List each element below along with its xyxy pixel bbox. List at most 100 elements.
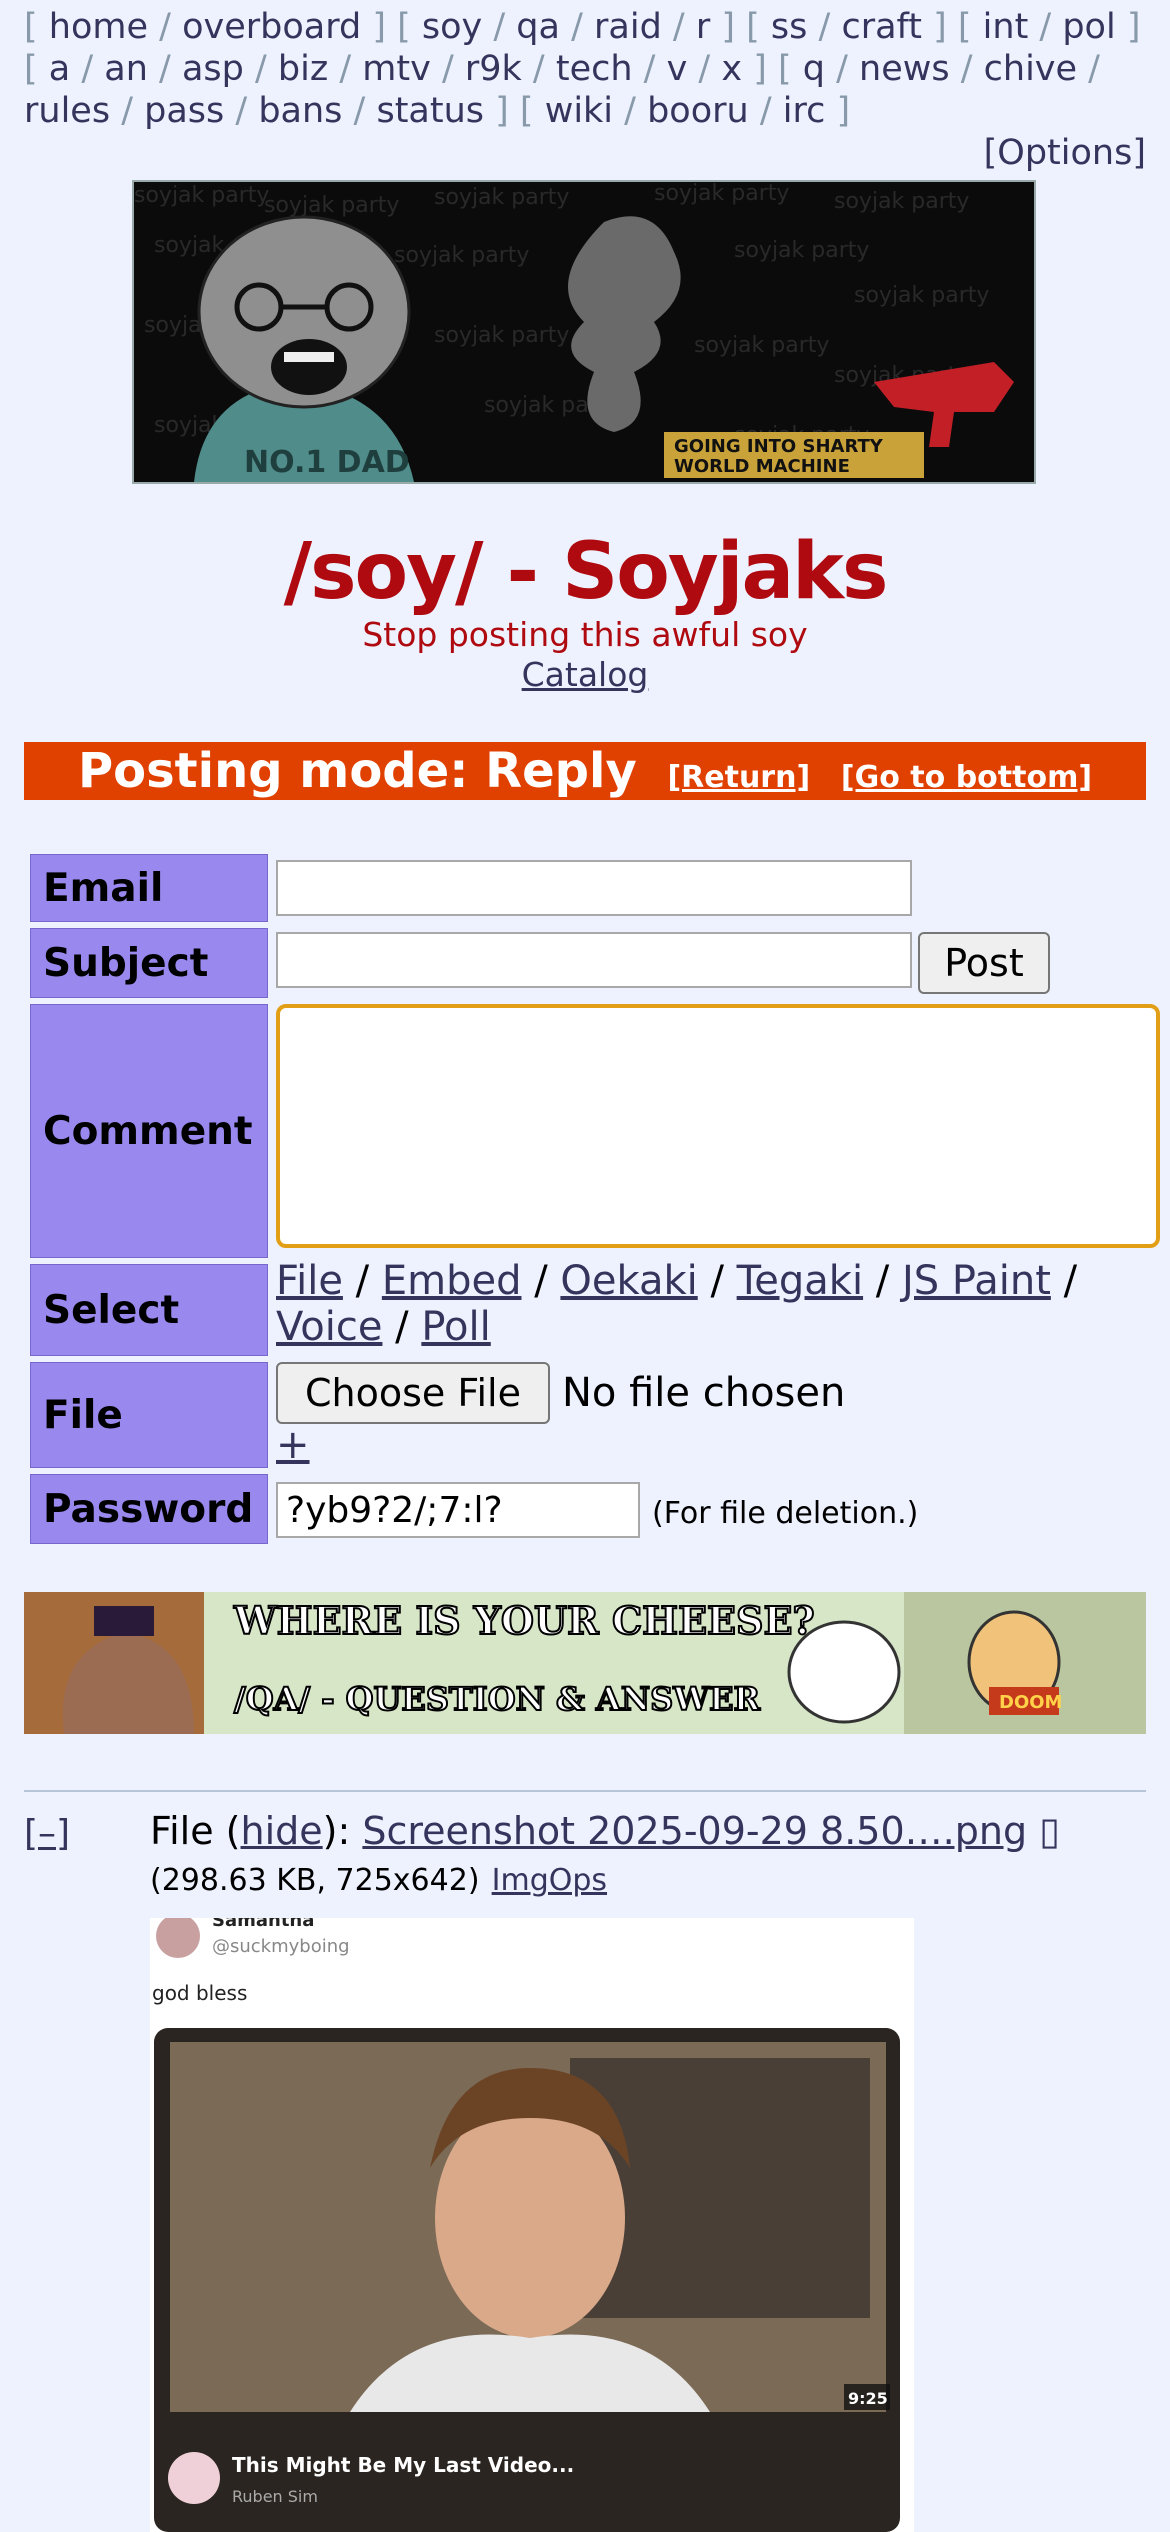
board-link-bans[interactable]: bans: [258, 91, 342, 131]
bracket: ]: [742, 49, 767, 89]
svg-text:soyjak party: soyjak party: [394, 243, 529, 268]
svg-text:soyjak party: soyjak party: [264, 193, 399, 218]
video-title: This Might Be My Last Video...: [232, 2453, 574, 2477]
board-link-biz[interactable]: biz: [278, 49, 328, 89]
board-link-overboard[interactable]: overboard: [182, 7, 361, 47]
board-link-pass[interactable]: pass: [144, 91, 224, 131]
separator: /: [70, 49, 105, 89]
board-link-mtv[interactable]: mtv: [362, 49, 431, 89]
svg-text:soyjak party: soyjak party: [834, 189, 969, 214]
svg-text:soyjak party: soyjak party: [734, 238, 869, 263]
add-file-link[interactable]: +: [276, 1420, 310, 1470]
board-link-wiki[interactable]: wiki: [545, 91, 613, 131]
separator: /: [328, 49, 363, 89]
password-field[interactable]: ?yb9?2/;7:l?: [276, 1482, 640, 1538]
select-label: Select: [30, 1264, 268, 1356]
board-link-r[interactable]: r: [696, 7, 710, 47]
separator: /: [430, 49, 465, 89]
separator: /: [1050, 1258, 1078, 1304]
choose-file-button[interactable]: Choose File: [276, 1362, 550, 1424]
board-link-soy[interactable]: soy: [422, 7, 482, 47]
board-link-tech[interactable]: tech: [556, 49, 633, 89]
separator: /: [559, 7, 595, 47]
board-link-an[interactable]: an: [104, 49, 148, 89]
subject-field[interactable]: [276, 932, 912, 988]
board-link-chive[interactable]: chive: [984, 49, 1077, 89]
board-link-craft[interactable]: craft: [841, 7, 922, 47]
bracket: [: [24, 7, 49, 47]
ad-headline: WHERE IS YOUR CHEESE?: [233, 1598, 815, 1643]
go-to-bottom-link[interactable]: [Go to bottom]: [841, 760, 1092, 795]
board-link-int[interactable]: int: [983, 7, 1029, 47]
board-banner[interactable]: soyjak party soyjak party soyjak party soy…: [132, 180, 1036, 484]
board-link-rules[interactable]: rules: [24, 91, 110, 131]
svg-text:GOING INTO SHARTY: GOING INTO SHARTY: [674, 436, 884, 457]
board-link-pol[interactable]: pol: [1062, 7, 1115, 47]
board-link-x[interactable]: x: [721, 49, 742, 89]
email-label: Email: [30, 854, 268, 922]
board-link-booru[interactable]: booru: [647, 91, 749, 131]
file-meta: (298.63 KB, 725x642): [150, 1863, 480, 1898]
separator: /: [342, 1258, 382, 1304]
board-link-ss[interactable]: ss: [771, 7, 807, 47]
select-option-js-paint[interactable]: JS Paint: [902, 1258, 1051, 1304]
separator: /: [949, 49, 984, 89]
select-option-tegaki[interactable]: Tegaki: [737, 1258, 863, 1304]
file-input[interactable]: Choose File No file chosen: [276, 1362, 845, 1424]
separator: /: [482, 7, 517, 47]
post-button[interactable]: Post: [918, 932, 1050, 994]
hide-file-link[interactable]: hide: [241, 1809, 323, 1853]
select-options: File / Embed / Oekaki / Tegaki / JS Pain…: [276, 1258, 1146, 1350]
file-download-icon[interactable]: ▯: [1039, 1809, 1060, 1853]
svg-text:Samantha: Samantha: [212, 1918, 314, 1931]
return-link[interactable]: [Return]: [667, 760, 810, 795]
board-link-asp[interactable]: asp: [182, 49, 244, 89]
options-link[interactable]: [Options]: [984, 132, 1146, 174]
board-link-v[interactable]: v: [667, 49, 688, 89]
file-info: File (hide): Screenshot 2025-09-29 8.50……: [150, 1809, 1061, 1898]
filename-link[interactable]: Screenshot 2025-09-29 8.50….png: [362, 1809, 1027, 1853]
select-option-poll[interactable]: Poll: [421, 1304, 490, 1350]
separator: /: [521, 1258, 561, 1304]
svg-text:soyjak party: soyjak party: [434, 185, 569, 210]
password-label: Password: [30, 1474, 268, 1544]
board-link-news[interactable]: news: [859, 49, 950, 89]
posting-mode-bar: Posting mode: Reply [Return] [Go to bott…: [24, 742, 1146, 800]
select-option-voice[interactable]: Voice: [276, 1304, 382, 1350]
email-field[interactable]: [276, 860, 912, 916]
board-link-home[interactable]: home: [49, 7, 148, 47]
shirt-text: NO.1 DAD: [244, 445, 410, 480]
board-link-status[interactable]: status: [376, 91, 484, 131]
board-link-q[interactable]: q: [803, 49, 825, 89]
select-option-embed[interactable]: Embed: [382, 1258, 522, 1304]
board-link-r9k[interactable]: r9k: [465, 49, 522, 89]
file-label: File: [30, 1362, 268, 1468]
imgops-link[interactable]: ImgOps: [492, 1863, 607, 1898]
svg-text:@suckmyboing: @suckmyboing: [212, 1936, 350, 1957]
comment-textarea[interactable]: [276, 1004, 1160, 1248]
board-link-qa[interactable]: qa: [516, 7, 560, 47]
separator: /: [148, 7, 183, 47]
video-duration: 9:25: [848, 2389, 888, 2408]
separator: /: [863, 1258, 902, 1304]
bracket: ]: [484, 91, 509, 131]
collapse-post-button[interactable]: [–]: [24, 1812, 70, 1856]
bracket: [: [24, 49, 49, 89]
board-link-raid[interactable]: raid: [594, 7, 662, 47]
board-subtitle: Stop posting this awful soy: [362, 615, 808, 654]
bracket: ]: [361, 7, 386, 47]
board-list: [ home / overboard ] [ soy / qa / raid /…: [24, 6, 1146, 132]
board-link-a[interactable]: a: [49, 49, 70, 89]
video-channel: Ruben Sim: [232, 2487, 318, 2506]
banner-image: soyjak party soyjak party soyjak party soy…: [134, 182, 1014, 482]
comment-label: Comment: [30, 1004, 268, 1258]
select-option-oekaki[interactable]: Oekaki: [560, 1258, 697, 1304]
board-link-irc[interactable]: irc: [783, 91, 826, 131]
post-image[interactable]: Samantha @suckmyboing god bless 9:25 Thi…: [150, 1918, 914, 2532]
bracket: ]: [710, 7, 736, 47]
qa-ad-banner[interactable]: DOOM WHERE IS YOUR CHEESE? /QA/ - QUESTI…: [24, 1592, 1146, 1734]
svg-text:soyjak party: soyjak party: [434, 323, 569, 348]
catalog-link[interactable]: Catalog: [522, 655, 649, 694]
select-option-file[interactable]: File: [276, 1258, 343, 1304]
bracket: ]: [921, 7, 947, 47]
